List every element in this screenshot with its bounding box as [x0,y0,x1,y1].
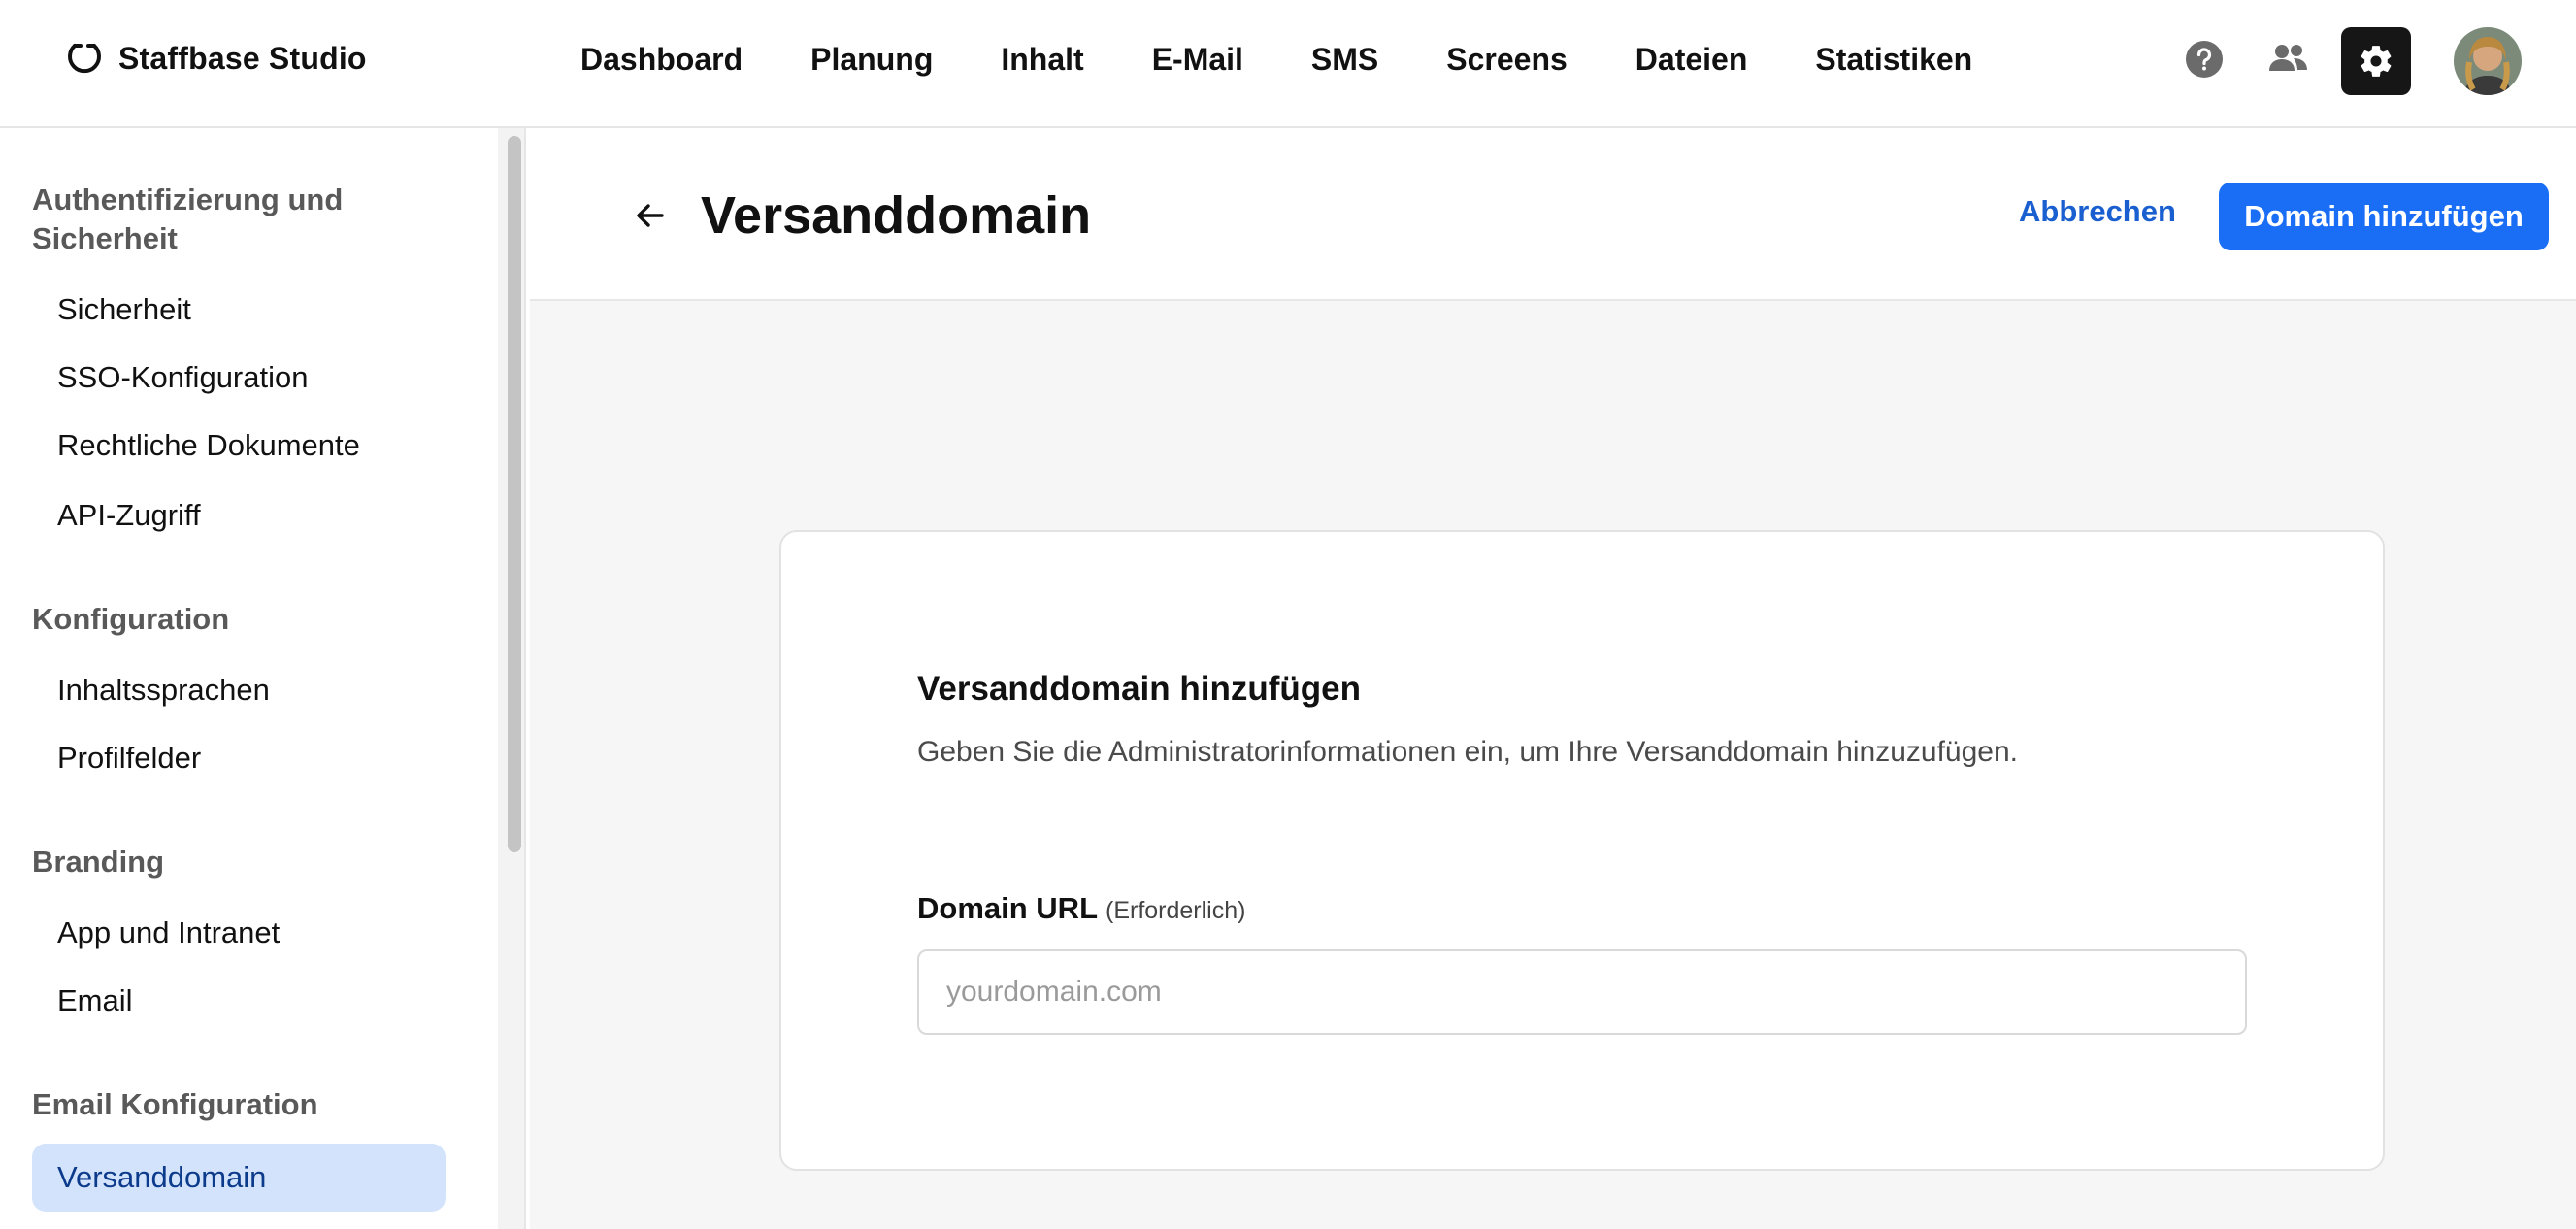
avatar[interactable] [2454,27,2522,95]
nav-item-inhalt[interactable]: Inhalt [1001,42,1083,78]
settings-sidebar: Authentifizierung und Sicherheit Sicherh… [0,128,526,1229]
gear-icon [2361,46,2392,77]
nav-item-email[interactable]: E-Mail [1152,42,1243,78]
page-title: Versanddomain [701,186,1092,245]
users-button[interactable] [2265,37,2312,82]
top-bar: Staffbase Studio Dashboard Planung Inhal… [0,0,2576,128]
sidebar-item-sso[interactable]: SSO-Konfiguration [32,344,446,412]
sidebar-item-inhaltssprachen[interactable]: Inhaltssprachen [32,656,446,724]
avatar-image [2454,27,2522,95]
sidebar-item-label: Profilfelder [57,741,202,775]
help-button[interactable] [2184,39,2225,80]
brand[interactable]: Staffbase Studio [64,37,367,80]
app-name: Staffbase Studio [118,40,367,76]
nav-item-dateien[interactable]: Dateien [1635,42,1748,78]
arrow-left-icon [637,204,664,227]
sidebar-item-app-intranet[interactable]: App und Intranet [32,899,446,967]
page-header: Versanddomain Abbrechen Domain hinzufüge… [530,128,2576,301]
cancel-button[interactable]: Abbrechen [2019,194,2176,229]
sidebar-item-api[interactable]: API-Zugriff [32,482,446,549]
sidebar-item-label: Inhaltssprachen [57,673,270,707]
help-icon [2186,41,2223,78]
sidebar-item-label: API-Zugriff [57,498,201,532]
card-title: Versanddomain hinzufügen [917,670,1361,708]
domain-url-input[interactable] [917,949,2247,1035]
main-nav: Dashboard Planung Inhalt E-Mail SMS Scre… [580,0,1972,118]
domain-url-label: Domain URL (Erforderlich) [917,891,1245,926]
form-card: Versanddomain hinzufügen Geben Sie die A… [779,530,2385,1171]
users-icon [2269,45,2307,71]
sidebar-item-profilfelder[interactable]: Profilfelder [32,724,446,792]
field-required-note: (Erforderlich) [1106,897,1246,924]
add-domain-button[interactable]: Domain hinzufügen [2219,183,2549,250]
sidebar-item-label: Rechtliche Dokumente [57,428,360,462]
sidebar-item-sicherheit[interactable]: Sicherheit [32,276,446,344]
nav-item-statistiken[interactable]: Statistiken [1815,42,1972,78]
sidebar-group-title-konfiguration: Konfiguration [32,602,230,636]
nav-item-screens[interactable]: Screens [1446,42,1568,78]
content-area: Versanddomain hinzufügen Geben Sie die A… [530,301,2576,1229]
card-description: Geben Sie die Administratorinformationen… [917,736,2019,768]
staffbase-logo-icon [68,44,101,74]
sidebar-group-title-auth: Authentifizierung und Sicherheit [32,183,344,255]
sidebar-item-versanddomain[interactable]: Versanddomain [32,1144,446,1212]
sidebar-group-title-email-config: Email Konfiguration [32,1087,318,1121]
sidebar-item-label: SSO-Konfiguration [57,360,309,394]
settings-button[interactable] [2341,27,2411,95]
sidebar-group-title-branding: Branding [32,845,165,879]
sidebar-scrollbar-thumb[interactable] [508,136,521,852]
field-label-text: Domain URL [917,891,1098,925]
nav-item-sms[interactable]: SMS [1311,42,1378,78]
sidebar-item-legal[interactable]: Rechtliche Dokumente [32,412,446,480]
sidebar-item-label: App und Intranet [57,915,281,949]
sidebar-item-label: Email [57,983,133,1017]
sidebar-item-email-branding[interactable]: Email [32,967,446,1035]
sidebar-item-label: Sicherheit [57,292,191,326]
nav-item-dashboard[interactable]: Dashboard [580,42,743,78]
nav-item-planung[interactable]: Planung [810,42,933,78]
sidebar-item-label: Versanddomain [57,1160,267,1194]
back-button[interactable] [629,194,672,237]
